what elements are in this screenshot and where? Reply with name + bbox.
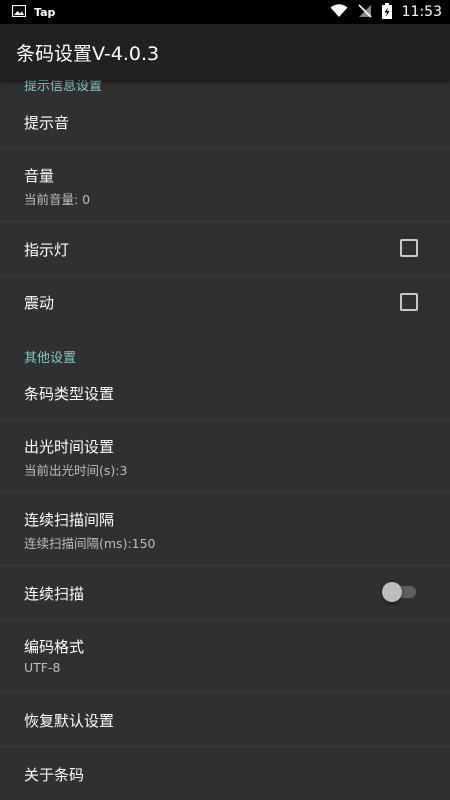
status-app-label: Tap — [34, 5, 56, 19]
pref-summary: 连续扫描间隔(ms):150 — [24, 536, 156, 551]
pref-title: 条码类型设置 — [24, 385, 115, 403]
pref-volume[interactable]: 音量 当前音量: 0 — [0, 149, 450, 221]
pref-barcode-type[interactable]: 条码类型设置 — [0, 367, 450, 419]
pref-title: 恢复默认设置 — [24, 712, 115, 730]
pref-title: 出光时间设置 — [24, 438, 115, 456]
pref-about[interactable]: 关于条码 — [0, 747, 450, 800]
pref-summary: 当前出光时间(s):3 — [24, 463, 128, 478]
no-sim-icon — [358, 3, 372, 21]
pref-indicator-light[interactable]: 指示灯 — [0, 222, 450, 275]
pref-restore-default[interactable]: 恢复默认设置 — [0, 693, 450, 746]
pref-title: 关于条码 — [24, 766, 85, 784]
app-toolbar: 条码设置V-4.0.3 — [0, 24, 450, 80]
indicator-light-checkbox[interactable] — [400, 239, 418, 257]
settings-list[interactable]: 提示信息设置 提示音 音量 当前音量: 0 指示灯 震动 其他设置 条码类型设置… — [0, 80, 450, 800]
pref-light-time[interactable]: 出光时间设置 当前出光时间(s):3 — [0, 420, 450, 492]
status-bar: Tap 11:53 — [0, 0, 450, 24]
image-icon — [11, 4, 27, 20]
pref-vibration[interactable]: 震动 — [0, 276, 450, 328]
vibration-checkbox[interactable] — [400, 293, 418, 311]
pref-summary: 当前音量: 0 — [24, 192, 91, 207]
pref-title: 连续扫描间隔 — [24, 511, 115, 529]
pref-title: 震动 — [24, 294, 55, 312]
toggle-thumb — [382, 582, 402, 602]
page-title: 条码设置V-4.0.3 — [16, 42, 160, 65]
pref-encoding[interactable]: 编码格式 UTF-8 — [0, 620, 450, 692]
pref-title: 指示灯 — [24, 241, 70, 259]
pref-title: 编码格式 — [24, 638, 85, 656]
pref-summary: UTF-8 — [24, 660, 61, 675]
continuous-scan-toggle[interactable] — [382, 582, 418, 602]
pref-prompt-tone[interactable]: 提示音 — [0, 96, 450, 148]
pref-title: 连续扫描 — [24, 585, 85, 603]
battery-charging-icon — [381, 2, 392, 22]
pref-continuous-scan[interactable]: 连续扫描 — [0, 566, 450, 619]
category-other-settings: 其他设置 — [24, 351, 77, 366]
status-time: 11:53 — [401, 4, 442, 20]
pref-scan-interval[interactable]: 连续扫描间隔 连续扫描间隔(ms):150 — [0, 493, 450, 565]
pref-title: 提示音 — [24, 114, 70, 132]
category-prompt-settings: 提示信息设置 — [24, 80, 103, 94]
pref-title: 音量 — [24, 167, 55, 185]
wifi-icon — [330, 3, 348, 21]
